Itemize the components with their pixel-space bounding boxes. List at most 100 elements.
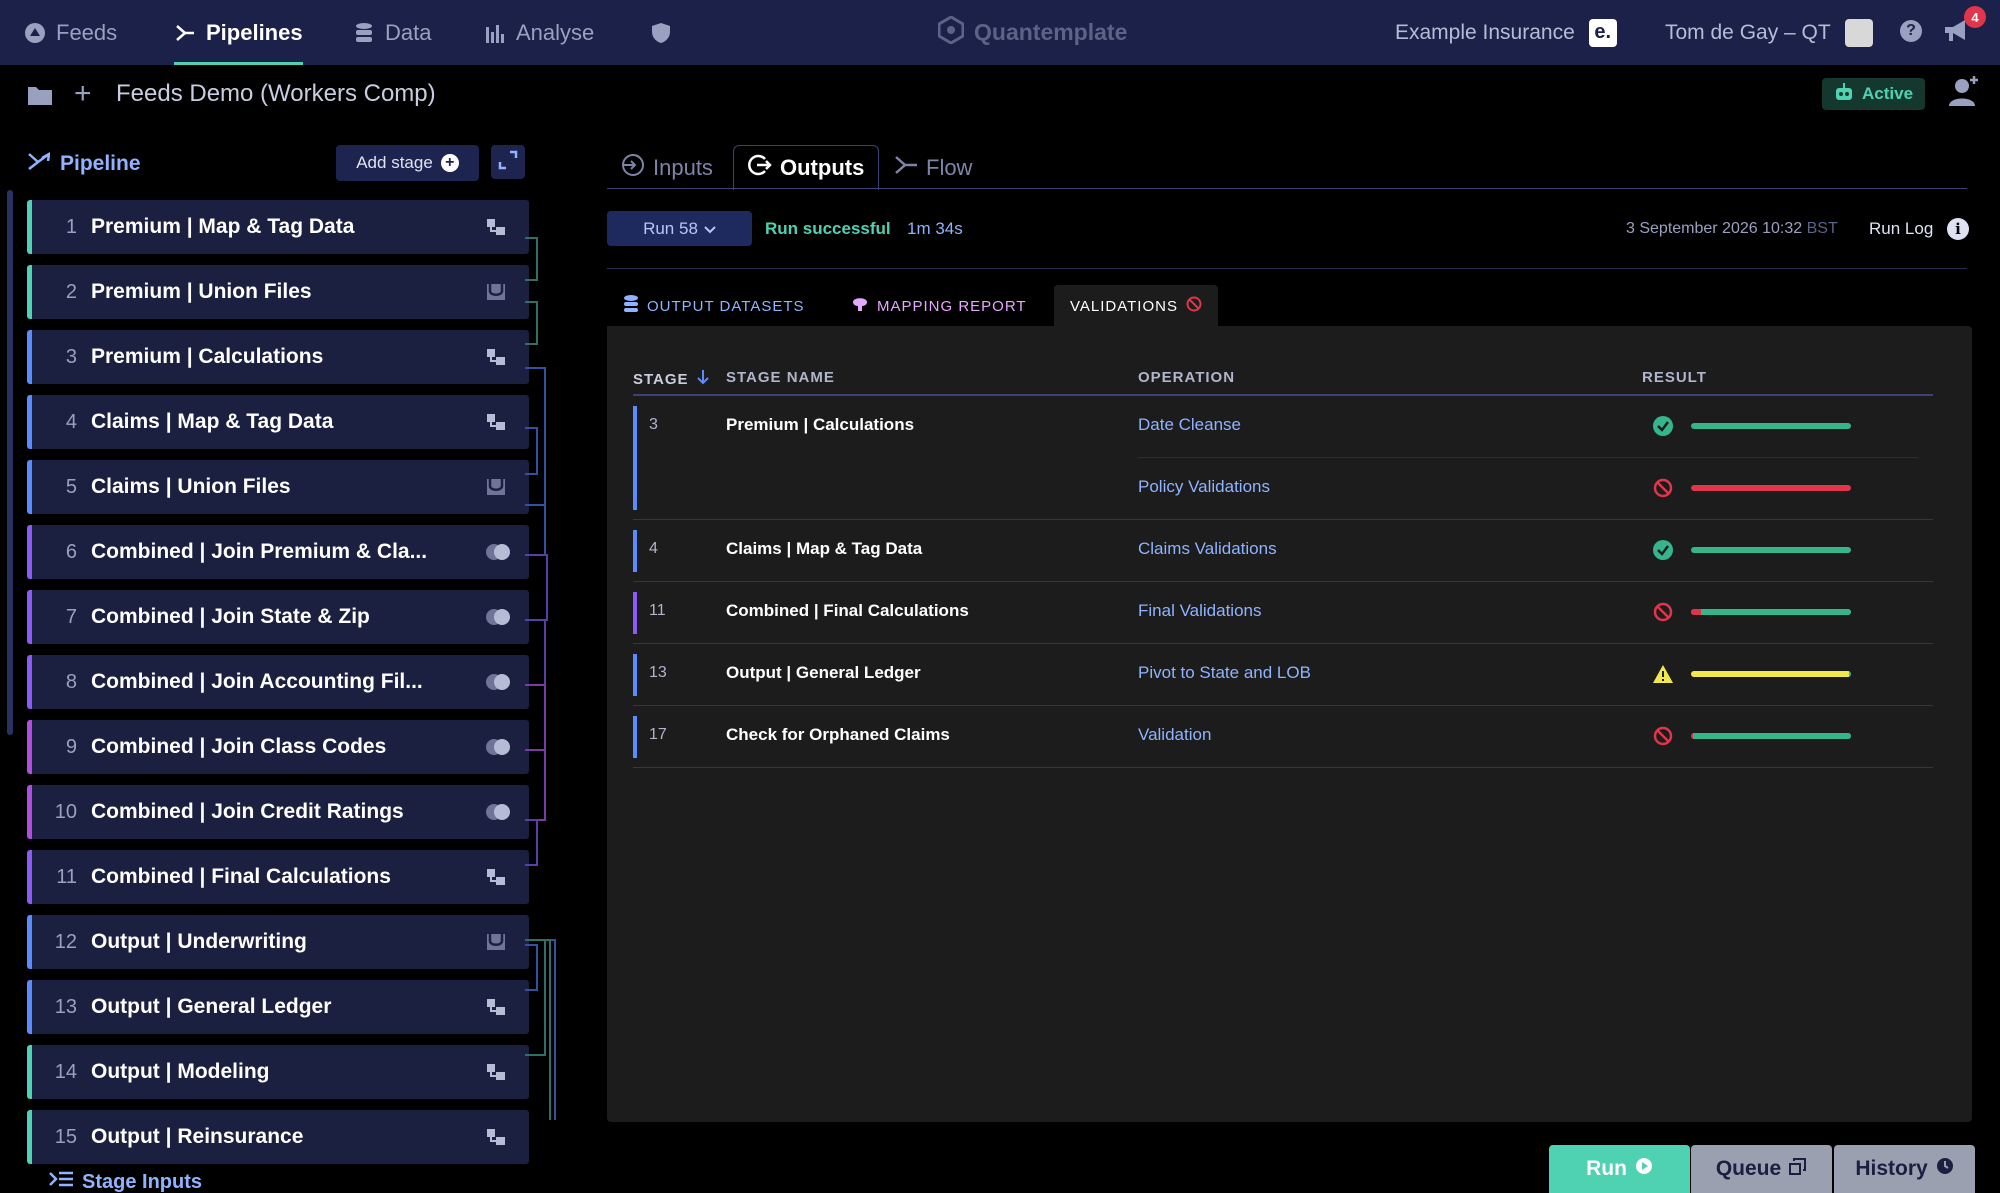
stage-name: Output | General Ledger (91, 995, 332, 1018)
pipeline-stage[interactable]: 6 Combined | Join Premium & Cla... (27, 525, 529, 579)
pipeline-stage[interactable]: 7 Combined | Join State & Zip (27, 590, 529, 644)
stage-number: 10 (54, 800, 77, 823)
result-bar (1691, 423, 1851, 429)
info-icon[interactable]: i (1947, 218, 1969, 240)
user-menu[interactable]: Tom de Gay – QT (1665, 0, 1873, 65)
expand-button[interactable] (491, 145, 525, 179)
pipeline-stage[interactable]: 1 Premium | Map & Tag Data (27, 200, 529, 254)
pipeline-stage[interactable]: 9 Combined | Join Class Codes (27, 720, 529, 774)
login-icon (621, 153, 645, 183)
calculation-icon (485, 867, 507, 887)
avatar (1844, 18, 1873, 47)
stage-name: Output | Reinsurance (91, 1125, 304, 1148)
join-icon (485, 737, 510, 757)
blocked-icon (1652, 725, 1674, 747)
notification-badge: 4 (1964, 6, 1986, 28)
nav-analyse[interactable]: Analyse (484, 0, 594, 65)
pipeline-stage[interactable]: 13 Output | General Ledger (27, 980, 529, 1034)
column-header-stage-name[interactable]: STAGE NAME (726, 369, 835, 386)
cell-stage: 4 (649, 540, 658, 557)
nav-feeds-label: Feeds (56, 19, 118, 45)
table-row[interactable]: Policy Validations (633, 458, 1933, 520)
table-row[interactable]: 13 Output | General Ledger Pivot to State … (633, 644, 1933, 706)
subtab-mapping-report[interactable]: MAPPING REPORT (835, 285, 1043, 327)
row-group-indicator (633, 716, 637, 758)
pipeline-heading-label: Pipeline (60, 152, 141, 175)
table-row[interactable]: 4 Claims | Map & Tag Data Claims Validatio… (633, 520, 1933, 582)
map-tag-icon (485, 412, 507, 432)
status-label: Active (1862, 84, 1914, 103)
add-stage-button[interactable]: Add stage + (336, 145, 479, 181)
add-user-icon[interactable] (1948, 74, 1980, 113)
pipeline-stage[interactable]: 10 Combined | Join Credit Ratings (27, 785, 529, 839)
folder-icon[interactable] (27, 84, 53, 111)
feeds-icon (24, 22, 46, 44)
table-row[interactable]: 17 Check for Orphaned Claims Validation (633, 706, 1933, 768)
column-header-stage[interactable]: STAGE (633, 369, 709, 389)
stage-name: Premium | Map & Tag Data (91, 215, 355, 238)
stage-inputs-link[interactable]: Stage Inputs (48, 1170, 202, 1193)
history-button[interactable]: History (1834, 1145, 1975, 1193)
tab-outputs[interactable]: Outputs (733, 145, 880, 190)
subtab-output-datasets[interactable]: OUTPUT DATASETS (607, 285, 821, 327)
table-row[interactable]: 3 Premium | Calculations Date Cleanse (649, 396, 1918, 458)
help-icon[interactable]: ? (1900, 20, 1922, 42)
pipeline-stage[interactable]: 5 Claims | Union Files (27, 460, 529, 514)
join-icon (485, 607, 510, 627)
stage-name: Combined | Join Class Codes (91, 735, 387, 758)
stage-name: Premium | Union Files (91, 280, 312, 303)
cell-operation: Final Validations (1138, 601, 1262, 620)
table-row[interactable]: 11 Combined | Final Calculations Final Val… (633, 582, 1933, 644)
pipeline-stage[interactable]: 15 Output | Reinsurance (27, 1110, 529, 1164)
run-timezone: BST (1806, 220, 1838, 237)
pipeline-stage[interactable]: 4 Claims | Map & Tag Data (27, 395, 529, 449)
pipeline-stage[interactable]: 11 Combined | Final Calculations (27, 850, 529, 904)
queue-button-label: Queue (1715, 1157, 1782, 1180)
chevron-down-icon (704, 219, 716, 239)
column-header-result[interactable]: RESULT (1642, 369, 1707, 386)
pipeline-stage[interactable]: 3 Premium | Calculations (27, 330, 529, 384)
stage-number: 12 (54, 930, 77, 953)
pipeline-heading: Pipeline (28, 151, 141, 176)
pipeline-stage[interactable]: 2 Premium | Union Files (27, 265, 529, 319)
org-switcher[interactable]: Example Insurance e. (1395, 0, 1617, 65)
tab-inputs-label: Inputs (653, 154, 713, 180)
clock-icon (1936, 1157, 1954, 1181)
add-stage-label: Add stage (356, 153, 433, 172)
pipeline-stage[interactable]: 14 Output | Modeling (27, 1045, 529, 1099)
join-icon (485, 802, 510, 822)
nav-security[interactable] (650, 0, 672, 65)
nav-pipelines[interactable]: Pipelines (174, 0, 303, 65)
run-select[interactable]: Run 58 (607, 211, 752, 246)
run-button-label: Run (1586, 1157, 1627, 1180)
run-button[interactable]: Run (1549, 1145, 1690, 1193)
run-log-link[interactable]: Run Log (1869, 219, 1933, 239)
queue-button[interactable]: Queue (1691, 1145, 1832, 1193)
row-group-indicator (633, 406, 637, 510)
subtab-validations[interactable]: VALIDATIONS (1054, 285, 1218, 327)
add-icon[interactable]: + (74, 79, 92, 109)
union-icon (485, 932, 507, 952)
user-name: Tom de Gay – QT (1665, 20, 1831, 44)
cell-stage-name: Check for Orphaned Claims (726, 725, 950, 744)
result-bar-fail (1691, 485, 1851, 491)
nav-data[interactable]: Data (353, 0, 431, 65)
map-tag-icon (485, 217, 507, 237)
cell-stage-name: Claims | Map & Tag Data (726, 539, 923, 558)
tab-inputs[interactable]: Inputs (607, 145, 727, 190)
union-icon (485, 477, 507, 497)
org-name: Example Insurance (1395, 20, 1575, 44)
result-bar-warning (1691, 671, 1850, 677)
nav-feeds[interactable]: Feeds (24, 0, 117, 65)
status-badge[interactable]: Active (1822, 78, 1926, 110)
result-bar-pass (1849, 671, 1851, 677)
pipeline-stage[interactable]: 8 Combined | Join Accounting Fil... (27, 655, 529, 709)
column-header-operation[interactable]: OPERATION (1138, 369, 1235, 386)
pipeline-stage[interactable]: 12 Output | Underwriting (27, 915, 529, 969)
result-bar (1691, 671, 1851, 677)
robot-icon (1834, 82, 1854, 107)
calculation-icon (485, 1062, 507, 1082)
cell-stage: 13 (649, 664, 667, 681)
tab-flow[interactable]: Flow (880, 145, 986, 190)
sidebar-scrollbar[interactable] (7, 190, 13, 735)
